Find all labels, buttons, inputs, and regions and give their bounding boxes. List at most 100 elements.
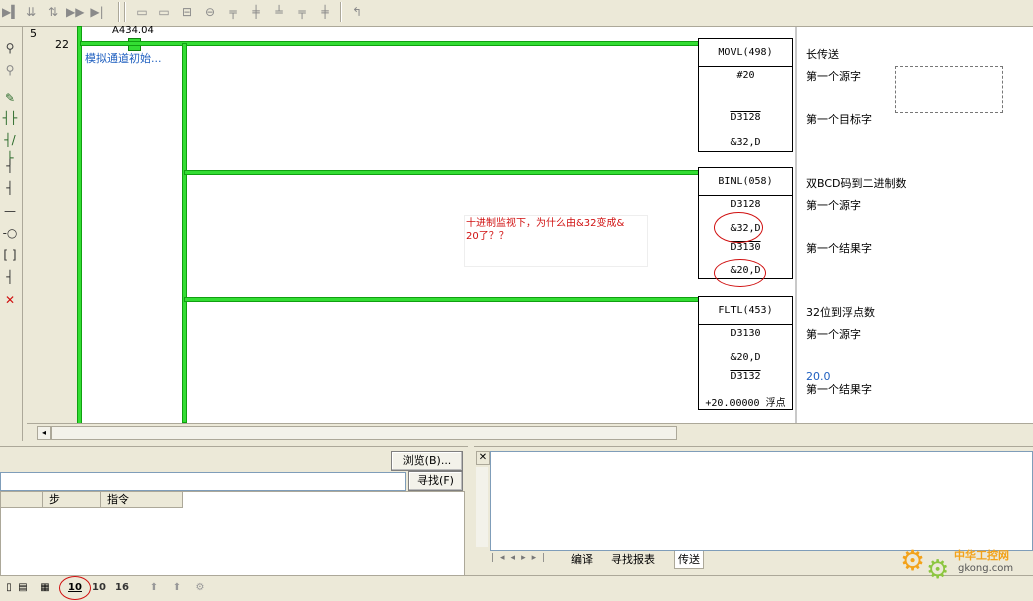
instruction-comment-title: 长传送 bbox=[806, 48, 839, 61]
site-watermark: ⚙ ⚙ 中华工控网 gkong.com bbox=[898, 543, 1028, 587]
annotation-box: 十进制监视下，为什么由&32变成&20了？？ bbox=[464, 215, 648, 267]
instruction-comment-title: 32位到浮点数 bbox=[806, 306, 875, 319]
zoom-icon[interactable]: ⚲ bbox=[1, 61, 19, 79]
toolbar-separator bbox=[118, 2, 120, 22]
toolbar-separator bbox=[340, 2, 342, 22]
vertical-line-icon[interactable]: ┤ bbox=[1, 157, 19, 175]
tab-compile[interactable]: 编译 bbox=[568, 551, 596, 568]
operand: D3132 bbox=[730, 371, 761, 382]
operand: D3128 bbox=[730, 199, 761, 210]
last-rung-icon[interactable]: ▶| bbox=[88, 3, 106, 21]
search-input[interactable] bbox=[0, 472, 406, 491]
operand-comment: 第一个结果字 bbox=[806, 383, 872, 396]
bottom-toolbar: ▯ ▤ ▦ 10 10 16 ⬆ ⬆ ⚙ bbox=[0, 575, 1033, 601]
contact-no-icon[interactable]: ┤├ bbox=[1, 109, 19, 127]
ladder-tool-palette: ⚲ ⚲ ✎ ┤├ ┤/├ ┤ ┤ — -○ [ ] ┤ ✕ bbox=[0, 27, 23, 441]
tab-find-report[interactable]: 寻找报表 bbox=[608, 551, 658, 568]
operand-comment: 第一个源字 bbox=[806, 199, 861, 212]
operand: #20 bbox=[736, 70, 755, 81]
horizontal-line-icon[interactable]: — bbox=[1, 202, 19, 220]
highlight-circle bbox=[714, 212, 763, 243]
select-icon[interactable]: ⚲ bbox=[1, 39, 19, 57]
column-header-instruction[interactable]: 指令 bbox=[101, 492, 183, 508]
operand: &20,D bbox=[730, 352, 761, 363]
highlight-circle bbox=[714, 259, 766, 287]
close-pane-icon[interactable]: ✕ bbox=[476, 451, 490, 465]
first-rung-icon[interactable]: ▶▍ bbox=[2, 3, 20, 21]
delete-icon[interactable]: ✕ bbox=[1, 291, 19, 309]
step-number: 22 bbox=[55, 38, 69, 51]
vertical-line2-icon[interactable]: ┤ bbox=[1, 179, 19, 197]
output-text-area[interactable] bbox=[490, 451, 1033, 551]
operand-comment: 第一个结果字 bbox=[806, 242, 872, 255]
movl-instruction[interactable]: MOVL(498) #20 D3128 &32,D bbox=[698, 38, 793, 152]
compare-icon[interactable]: ⚙ bbox=[191, 580, 209, 596]
right-power-rail bbox=[795, 27, 797, 423]
return-icon[interactable]: ↰ bbox=[348, 3, 366, 21]
operand-comment: 第一个源字 bbox=[806, 70, 861, 83]
operand: D3130 bbox=[730, 328, 761, 339]
rung-number-column: 5 22 bbox=[27, 27, 80, 423]
operand: &32,D bbox=[730, 137, 761, 148]
contact-comment: 模拟通道初始... bbox=[85, 52, 162, 65]
branch-join-icon[interactable]: ╧ bbox=[270, 3, 288, 21]
instruction-icon[interactable]: [ ] bbox=[1, 246, 19, 264]
hex-display-button[interactable]: 16 bbox=[113, 580, 131, 596]
grid-view-icon[interactable]: ▦ bbox=[36, 580, 54, 596]
rung-line bbox=[185, 298, 698, 301]
operand-comment: 第一个源字 bbox=[806, 328, 861, 341]
grid-view-icon[interactable]: ▭ bbox=[155, 3, 173, 21]
rung-line bbox=[185, 171, 698, 174]
comment-icon[interactable]: ✎ bbox=[1, 89, 19, 107]
contact-nc-icon[interactable]: ┤/├ bbox=[1, 131, 19, 165]
column-header-step[interactable]: 步 bbox=[43, 492, 101, 508]
tab-scroll-arrows[interactable]: |◂◂▸▸| bbox=[491, 553, 563, 567]
operand: D3128 bbox=[730, 112, 761, 123]
search-results-list[interactable]: 步 指令 bbox=[0, 491, 465, 577]
instruction-mnemonic: BINL(058) bbox=[699, 168, 792, 196]
step-in-icon[interactable]: ⇊ bbox=[22, 3, 40, 21]
pane-gripper[interactable] bbox=[476, 467, 488, 547]
fltl-instruction[interactable]: FLTL(453) D3130 &20,D D3132 +20.00000 浮点 bbox=[698, 296, 793, 410]
toolbar-separator bbox=[124, 2, 126, 22]
instruction-mnemonic: FLTL(453) bbox=[699, 297, 792, 325]
branch-icon[interactable]: ╤ bbox=[224, 3, 242, 21]
grid-icon[interactable]: ▭ bbox=[133, 3, 151, 21]
signed-decimal-button[interactable]: 10 bbox=[90, 580, 108, 596]
selection-box bbox=[895, 66, 1003, 113]
fast-forward-icon[interactable]: ▶▶ bbox=[66, 3, 84, 21]
branch-multi-icon[interactable]: ╪ bbox=[316, 3, 334, 21]
column-header[interactable] bbox=[1, 492, 43, 508]
contact-icon[interactable]: ⊟ bbox=[178, 3, 196, 21]
operand-comment: 第一个目标字 bbox=[806, 113, 872, 126]
top-toolbar: ▶▍ ⇊ ⇅ ▶▶ ▶| ▭ ▭ ⊟ ⊖ ╤ ╪ ╧ ╤ ╪ ↰ bbox=[0, 0, 1033, 27]
branch-tool-icon[interactable]: ┤ bbox=[1, 268, 19, 286]
output-branch-line bbox=[183, 44, 186, 422]
tab-transfer[interactable]: 传送 bbox=[674, 551, 704, 569]
ladder-horizontal-scrollbar[interactable]: ◂ bbox=[27, 423, 1033, 441]
download-icon[interactable]: ⬆ bbox=[168, 580, 186, 596]
contact-address: A434.04 bbox=[112, 25, 154, 36]
rung-line bbox=[81, 42, 698, 45]
annotation-text: 十进制监视下，为什么由&32变成&20了？？ bbox=[466, 218, 625, 242]
branch-down-icon[interactable]: ╪ bbox=[247, 3, 265, 21]
gear-logo-icon: ⚙ bbox=[926, 555, 950, 585]
highlight-circle bbox=[59, 576, 91, 600]
gear-logo-icon: ⚙ bbox=[900, 544, 926, 577]
coil-icon[interactable]: ⊖ bbox=[201, 3, 219, 21]
find-button[interactable]: 寻找(F) bbox=[408, 471, 463, 491]
upload-icon[interactable]: ⬆ bbox=[145, 580, 163, 596]
branch-split-icon[interactable]: ╤ bbox=[293, 3, 311, 21]
window-icon[interactable]: ▤ bbox=[14, 580, 32, 596]
step-over-icon[interactable]: ⇅ bbox=[44, 3, 62, 21]
left-power-rail bbox=[78, 27, 81, 423]
search-pane: 浏览(B)... 寻找(F) 步 指令 bbox=[0, 446, 468, 577]
watermark-url: gkong.com bbox=[958, 563, 1014, 574]
coil-icon[interactable]: -○ bbox=[1, 224, 19, 242]
scroll-thumb[interactable] bbox=[51, 426, 677, 440]
browse-button[interactable]: 浏览(B)... bbox=[391, 451, 463, 471]
instruction-mnemonic: MOVL(498) bbox=[699, 39, 792, 67]
scroll-left-icon[interactable]: ◂ bbox=[37, 426, 51, 440]
operand: +20.00000 浮点 bbox=[705, 398, 786, 409]
watermark-text: 中华工控网 bbox=[954, 549, 1009, 562]
